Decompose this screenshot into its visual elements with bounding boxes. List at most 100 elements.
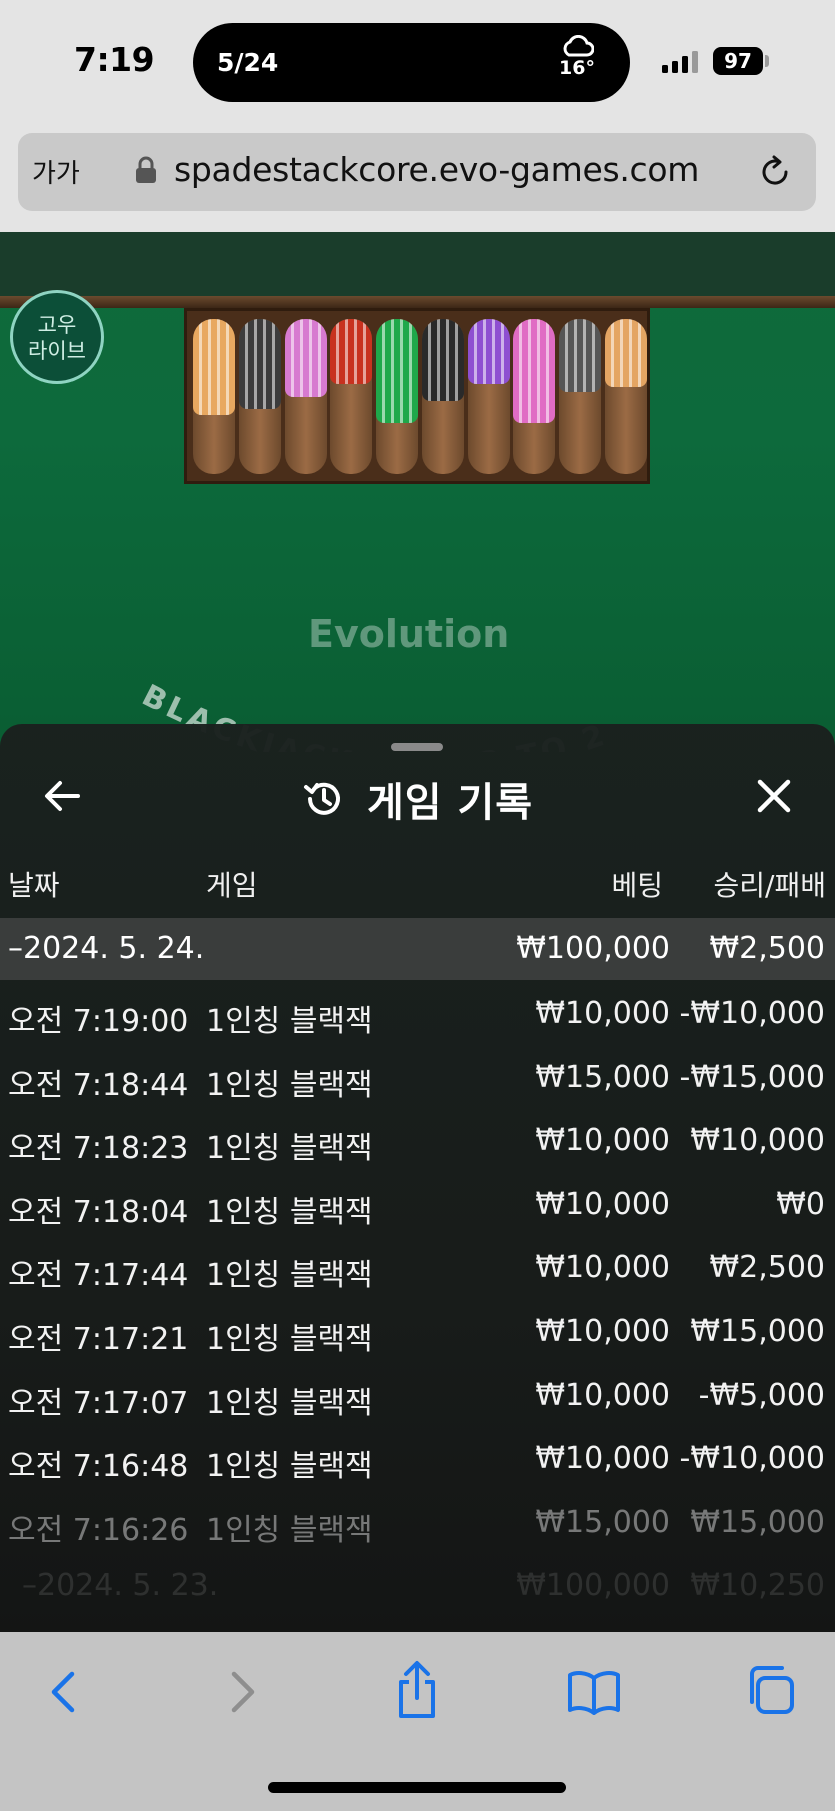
- chip-slot: [605, 319, 647, 474]
- chip-slot: [238, 319, 281, 474]
- live-badge-line1: 고우: [37, 313, 77, 337]
- lock-icon: [136, 156, 156, 183]
- battery-level: 97: [724, 49, 752, 73]
- share-icon[interactable]: [392, 1660, 442, 1720]
- row-time: 오전 7:19:00: [8, 1004, 189, 1039]
- group-win-loss-total: ₩10,250: [690, 1568, 825, 1604]
- chip-stack: [193, 319, 235, 415]
- row-bet: ₩10,000: [535, 996, 670, 1031]
- row-bet: ₩10,000: [535, 1313, 670, 1349]
- row-win-loss: -₩10,000: [679, 1441, 825, 1477]
- row-game: 1인칭 블랙잭: [206, 1004, 373, 1039]
- chevron-right-icon[interactable]: [222, 1666, 262, 1718]
- sheet-grabber[interactable]: [391, 743, 443, 751]
- chip-stack: [513, 319, 556, 423]
- weather-widget: 16°: [552, 35, 602, 91]
- row-win-loss: ₩0: [776, 1186, 825, 1222]
- chip-stack: [376, 319, 419, 423]
- row-game: 1인칭 블랙잭: [206, 1512, 373, 1548]
- row-win-loss: ₩10,000: [690, 1123, 825, 1159]
- dynamic-island: 5/24 16°: [193, 23, 630, 102]
- panel-title: 게임 기록: [366, 780, 534, 826]
- book-icon[interactable]: [566, 1668, 622, 1716]
- history-row[interactable]: 오전 7:16:26 1인칭 블랙잭 ₩15,000 ₩15,000: [0, 1489, 835, 1553]
- status-time: 7:19: [74, 40, 155, 79]
- row-game: 1인칭 블랙잭: [206, 1258, 373, 1294]
- history-row[interactable]: 오전 7:18:44 1인칭 블랙잭 ₩15,000 -₩15,000: [0, 1044, 835, 1108]
- history-icon: [303, 782, 340, 815]
- column-header-game[interactable]: 게임: [206, 864, 258, 904]
- row-bet: ₩10,000: [535, 1186, 670, 1222]
- cloud-icon: [563, 35, 594, 57]
- history-row[interactable]: 오전 7:17:07 1인칭 블랙잭 ₩10,000 -₩5,000: [0, 1362, 835, 1426]
- row-win-loss: -₩5,000: [698, 1377, 825, 1413]
- live-badge-line2: 라이브: [28, 339, 86, 363]
- chip-slot: [467, 319, 510, 474]
- row-game: 1인칭 블랙잭: [206, 1321, 373, 1357]
- row-win-loss: -₩10,000: [679, 996, 825, 1031]
- row-time: 오전 7:17:44: [8, 1258, 189, 1294]
- chip-slot: [376, 319, 419, 474]
- history-row[interactable]: 오전 7:17:44 1인칭 블랙잭 ₩10,000 ₩2,500: [0, 1234, 835, 1298]
- column-headers: 날짜 게임 베팅 승리/패배: [0, 864, 835, 904]
- reload-icon[interactable]: [756, 153, 794, 191]
- row-win-loss: ₩15,000: [690, 1313, 825, 1349]
- chip-slot: [559, 319, 602, 474]
- row-time: 오전 7:18:04: [8, 1194, 189, 1230]
- history-row[interactable]: 오전 7:18:23 1인칭 블랙잭 ₩10,000 ₩10,000: [0, 1107, 835, 1171]
- history-row[interactable]: 오전 7:19:00 1인칭 블랙잭 ₩10,000 -₩10,000: [0, 980, 835, 1044]
- url-text[interactable]: spadestackcore.evo-games.com: [174, 150, 699, 189]
- chip-stack: [421, 319, 464, 401]
- chip-stack: [559, 319, 602, 392]
- panel-header: 게임 기록: [0, 770, 835, 826]
- chevron-left-icon[interactable]: [44, 1666, 84, 1718]
- row-bet: ₩10,000: [535, 1441, 670, 1477]
- row-win-loss: ₩2,500: [709, 1250, 825, 1286]
- row-game: 1인칭 블랙잭: [206, 1067, 373, 1103]
- row-bet: ₩10,000: [535, 1250, 670, 1286]
- tabs-icon[interactable]: [744, 1664, 796, 1716]
- column-header-win-loss[interactable]: 승리/패배: [714, 864, 826, 904]
- evolution-logo-text: Evolution: [308, 612, 510, 656]
- row-game: 1인칭 블랙잭: [206, 1194, 373, 1230]
- row-time: 오전 7:16:48: [8, 1449, 189, 1485]
- row-bet: ₩15,000: [535, 1504, 670, 1540]
- group-bet-total: ₩100,000: [516, 931, 670, 966]
- row-time: 오전 7:18:23: [8, 1131, 189, 1167]
- row-game: 1인칭 블랙잭: [206, 1449, 373, 1485]
- row-win-loss: -₩15,000: [679, 1059, 825, 1095]
- chip-stack: [238, 319, 281, 409]
- history-row[interactable]: 오전 7:16:48 1인칭 블랙잭 ₩10,000 -₩10,000: [0, 1425, 835, 1489]
- game-history-panel: 게임 기록 날짜 게임 베팅 승리/패배 –2024. 5. 24. ₩100,…: [0, 724, 835, 1632]
- history-row[interactable]: 오전 7:17:21 1인칭 블랙잭 ₩10,000 ₩15,000: [0, 1298, 835, 1362]
- temperature: 16°: [559, 57, 595, 79]
- reader-mode-button[interactable]: 가가: [32, 153, 80, 190]
- chip-stack: [330, 319, 373, 384]
- group-bet-total: ₩100,000: [516, 1568, 670, 1604]
- chip-slot: [330, 319, 373, 474]
- chip-slot: [513, 319, 556, 474]
- address-bar[interactable]: 가가 spadestackcore.evo-games.com: [18, 133, 816, 211]
- close-icon[interactable]: [752, 774, 796, 818]
- date-group-row[interactable]: –2024. 5. 24. ₩100,000 ₩2,500: [0, 918, 835, 980]
- date-group-row-partial[interactable]: –2024. 5. 23. ₩100,000 ₩10,250: [0, 1552, 835, 1616]
- table-rail: [0, 296, 835, 308]
- home-indicator[interactable]: [268, 1782, 566, 1793]
- row-bet: ₩10,000: [535, 1377, 670, 1413]
- row-time: 오전 7:17:21: [8, 1321, 189, 1357]
- row-time: 오전 7:17:07: [8, 1385, 189, 1421]
- row-bet: ₩15,000: [535, 1059, 670, 1095]
- column-header-date[interactable]: 날짜: [8, 864, 60, 904]
- column-header-bet[interactable]: 베팅: [611, 864, 663, 904]
- history-row[interactable]: 오전 7:18:04 1인칭 블랙잭 ₩10,000 ₩0: [0, 1171, 835, 1235]
- chip-stack: [605, 319, 647, 387]
- island-text: 5/24: [217, 48, 279, 77]
- row-game: 1인칭 블랙잭: [206, 1385, 373, 1421]
- live-badge: 고우 라이브: [10, 290, 104, 384]
- evolution-logo: Evolution: [308, 612, 509, 656]
- group-date: –2024. 5. 24.: [8, 931, 205, 966]
- cellular-signal-icon: [662, 51, 698, 73]
- row-game: 1인칭 블랙잭: [206, 1131, 373, 1167]
- row-win-loss: ₩15,000: [690, 1504, 825, 1540]
- browser-toolbar: [0, 1632, 835, 1811]
